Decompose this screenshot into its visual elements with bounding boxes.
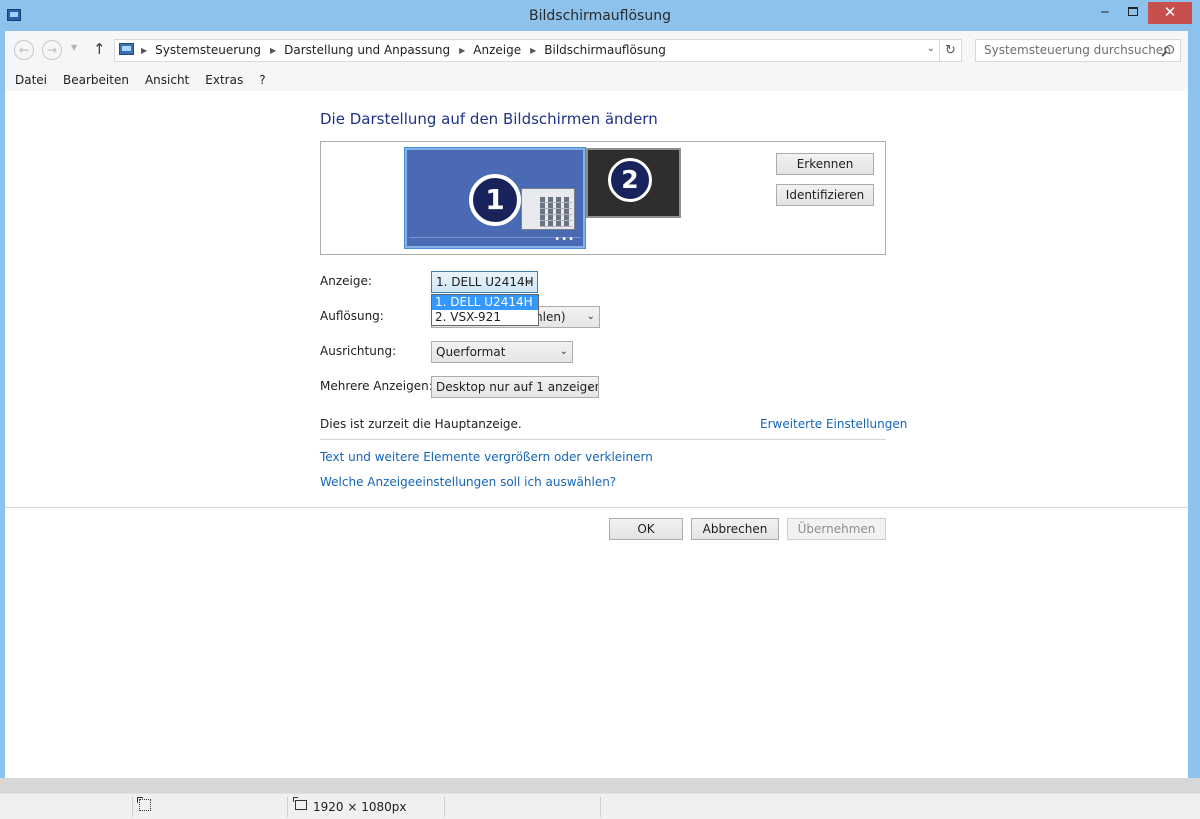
status-divider (287, 797, 288, 817)
recent-locations-icon[interactable]: ▼ (71, 43, 77, 52)
up-button[interactable]: ↑ (93, 40, 106, 58)
chevron-right-icon[interactable]: ▶ (459, 46, 465, 55)
page-title: Die Darstellung auf den Bildschirmen änd… (320, 110, 658, 128)
control-panel-icon (119, 43, 134, 55)
multiple-displays-select[interactable]: Desktop nur auf 1 anzeigen ⌄ (431, 376, 599, 398)
resolution-label: Auflösung: (320, 309, 384, 323)
status-divider (132, 797, 133, 817)
display-option-2[interactable]: 2. VSX-921 (432, 310, 538, 325)
apply-button[interactable]: Übernehmen (787, 518, 886, 540)
selection-icon (137, 797, 151, 811)
menu-extras[interactable]: Extras (197, 73, 251, 87)
refresh-button[interactable]: ↻ (940, 39, 962, 62)
menu-datei[interactable]: Datei (5, 73, 55, 87)
orientation-select-value: Querformat (436, 345, 506, 359)
search-placeholder: Systemsteuerung durchsuchen (984, 43, 1171, 57)
keyboard-icon (521, 188, 575, 230)
maximize-icon (1128, 7, 1138, 16)
more-dots-icon: ••• (554, 234, 575, 245)
chevron-right-icon[interactable]: ▶ (530, 46, 536, 55)
chevron-down-icon[interactable]: ⌄ (927, 43, 935, 54)
address-bar[interactable]: ▶ Systemsteuerung ▶ Darstellung und Anpa… (114, 39, 940, 62)
monitor-2-number: 2 (608, 158, 652, 202)
chevron-down-icon: ⌄ (524, 276, 533, 287)
cancel-button[interactable]: Abbrechen (691, 518, 779, 540)
breadcrumb-systemsteuerung[interactable]: Systemsteuerung (155, 43, 261, 57)
window: Bildschirmauflösung ‒ ✕ ← → ▼ ↑ ▶ System… (0, 0, 1200, 778)
maximize-button[interactable] (1120, 2, 1146, 24)
keyboard-keys (540, 197, 572, 227)
window-content: ← → ▼ ↑ ▶ Systemsteuerung ▶ Darstellung … (5, 31, 1188, 778)
window-title: Bildschirmauflösung (529, 8, 671, 24)
identify-button[interactable]: Identifizieren (776, 184, 874, 206)
display-label: Anzeige: (320, 274, 372, 288)
display-select-value: 1. DELL U2414H (436, 275, 534, 289)
image-size-text: 1920 × 1080px (313, 800, 407, 814)
chevron-right-icon[interactable]: ▶ (141, 46, 147, 55)
multiple-displays-select-value: Desktop nur auf 1 anzeigen (436, 380, 599, 394)
orientation-select[interactable]: Querformat ⌄ (431, 341, 573, 363)
monitor-2[interactable]: 2 (586, 148, 681, 218)
monitor-1-number: 1 (469, 174, 521, 226)
search-icon[interactable] (1165, 45, 1174, 54)
display-dropdown-list: 1. DELL U2414H 2. VSX-921 (431, 294, 539, 326)
detect-button[interactable]: Erkennen (776, 153, 874, 175)
breadcrumb-anzeige[interactable]: Anzeige (473, 43, 521, 57)
menu-bar: Datei Bearbeiten Ansicht Extras ? (5, 69, 1188, 91)
horizontal-scroll-strip (0, 778, 1200, 793)
menu-ansicht[interactable]: Ansicht (137, 73, 197, 87)
chevron-down-icon: ⌄ (585, 381, 594, 392)
title-bar[interactable]: Bildschirmauflösung ‒ ✕ (0, 2, 1200, 30)
status-divider (444, 797, 445, 817)
advanced-settings-link[interactable]: Erweiterte Einstellungen (760, 417, 907, 431)
display-select[interactable]: 1. DELL U2414H ⌄ (431, 271, 538, 293)
minimize-button[interactable]: ‒ (1090, 2, 1120, 24)
menu-help[interactable]: ? (251, 73, 273, 87)
orientation-label: Ausrichtung: (320, 344, 397, 358)
menu-bearbeiten[interactable]: Bearbeiten (55, 73, 137, 87)
breadcrumb-bildschirmaufloesung[interactable]: Bildschirmauflösung (544, 43, 666, 57)
status-bar: 1920 × 1080px (0, 793, 1200, 819)
forward-button[interactable]: → (42, 40, 62, 60)
navigation-bar: ← → ▼ ↑ ▶ Systemsteuerung ▶ Darstellung … (5, 31, 1188, 69)
resolution-select-value: hlen) (535, 310, 566, 324)
main-display-status: Dies ist zurzeit die Hauptanzeige. (320, 417, 522, 431)
display-option-1[interactable]: 1. DELL U2414H (432, 295, 538, 310)
breadcrumb-darstellung[interactable]: Darstellung und Anpassung (284, 43, 450, 57)
ok-button[interactable]: OK (609, 518, 683, 540)
breadcrumb: ▶ Systemsteuerung ▶ Darstellung und Anpa… (141, 43, 666, 57)
monitor-1[interactable]: 1 ••• (405, 148, 585, 248)
which-settings-link[interactable]: Welche Anzeigeeinstellungen soll ich aus… (320, 475, 616, 489)
text-size-link[interactable]: Text und weitere Elemente vergrößern ode… (320, 450, 653, 464)
chevron-down-icon: ⌄ (559, 346, 568, 357)
multiple-displays-label: Mehrere Anzeigen: (320, 379, 433, 393)
monitor-arrangement: 1 ••• 2 Erkennen Identifizieren (320, 141, 886, 255)
status-divider (600, 797, 601, 817)
image-size-icon (293, 797, 307, 810)
divider (320, 439, 886, 440)
search-input[interactable]: Systemsteuerung durchsuchen (975, 39, 1181, 62)
back-button[interactable]: ← (14, 40, 34, 60)
footer-divider (5, 507, 1188, 508)
chevron-down-icon: ⌄ (586, 311, 595, 322)
chevron-right-icon[interactable]: ▶ (270, 46, 276, 55)
close-button[interactable]: ✕ (1148, 2, 1192, 24)
